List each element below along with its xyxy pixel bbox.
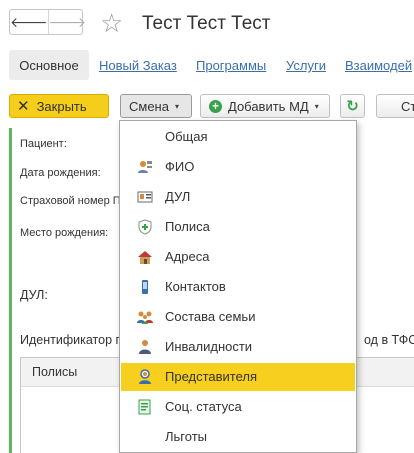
add-md-label: Добавить МД xyxy=(228,98,309,114)
close-icon: ✕ xyxy=(17,98,30,115)
representative-icon xyxy=(139,369,151,384)
tfoms-label: од в ТФС xyxy=(364,333,414,347)
menu-item-addresses[interactable]: Адреса xyxy=(121,243,355,271)
favorite-star-icon[interactable]: ☆ xyxy=(100,8,123,38)
menu-item-label: Соц. статуса xyxy=(165,399,242,414)
birthdate-label: Дата рождения: xyxy=(20,167,101,179)
tab-new-order[interactable]: Новый Заказ xyxy=(99,58,177,73)
chevron-down-icon: ▾ xyxy=(174,101,179,111)
page-title: Тест Тест Тест xyxy=(142,13,271,34)
house-icon xyxy=(138,251,152,264)
menu-item-family[interactable]: Состава семьи xyxy=(121,303,355,331)
menu-item-general[interactable]: Общая xyxy=(121,123,355,151)
menu-item-social-status[interactable]: Соц. статуса xyxy=(121,393,355,421)
id-card-icon xyxy=(137,191,153,203)
nav-arrows: 🡐 🡒 xyxy=(9,9,86,35)
refresh-icon: ↻ xyxy=(346,98,359,115)
menu-item-label: Полиса xyxy=(165,219,210,234)
refresh-button[interactable]: ↻ xyxy=(340,94,365,118)
identifier-label: Идентификатор п xyxy=(20,333,123,347)
cut-off-button[interactable]: Ст xyxy=(376,94,414,118)
shift-button-label: Смена xyxy=(129,98,169,114)
forward-arrow-icon[interactable]: 🡒 xyxy=(47,10,86,34)
tab-programs[interactable]: Программы xyxy=(196,58,266,73)
tab-services[interactable]: Услуги xyxy=(286,58,326,73)
person-card-icon xyxy=(138,161,152,173)
policies-column-header: Полисы xyxy=(32,365,78,379)
menu-item-dul[interactable]: ДУЛ xyxy=(121,183,355,211)
menu-item-label: Представителя xyxy=(165,369,258,384)
menu-item-label: Инвалидности xyxy=(165,339,253,354)
phone-icon xyxy=(142,280,148,294)
birthplace-label: Место рождения: xyxy=(20,227,109,239)
cut-off-button-label: Ст xyxy=(401,98,414,114)
shift-dropdown-button[interactable]: Смена ▾ xyxy=(120,94,192,118)
menu-item-label: ФИО xyxy=(165,159,195,174)
menu-item-benefits[interactable]: Льготы xyxy=(121,423,355,451)
plus-circle-icon: + xyxy=(209,99,222,113)
dul-label: ДУЛ: xyxy=(20,288,48,302)
patient-label: Пациент: xyxy=(20,138,67,150)
menu-item-disability[interactable]: Инвалидности xyxy=(121,333,355,361)
tab-interactions[interactable]: Взаимодей xyxy=(345,58,412,73)
menu-item-fio[interactable]: ФИО xyxy=(121,153,355,181)
menu-item-contacts[interactable]: Контактов xyxy=(121,273,355,301)
shift-dropdown-menu: Общая ФИО ДУЛ Полиса Адреса Контактов Со… xyxy=(119,120,357,453)
menu-item-representative[interactable]: Представителя xyxy=(121,363,355,391)
person-icon xyxy=(139,340,151,354)
family-icon xyxy=(137,311,153,324)
form-accent-line xyxy=(9,128,12,453)
menu-item-label: Адреса xyxy=(165,249,210,264)
document-icon xyxy=(138,399,151,415)
add-md-button[interactable]: + Добавить МД ▾ xyxy=(200,94,330,118)
close-button-label: Закрыть xyxy=(36,98,87,114)
menu-item-label: ДУЛ xyxy=(165,189,191,204)
menu-item-label: Контактов xyxy=(165,279,226,294)
close-button[interactable]: ✕ Закрыть xyxy=(9,94,109,118)
menu-item-policies[interactable]: Полиса xyxy=(121,213,355,241)
shield-icon xyxy=(138,219,152,235)
chevron-down-icon: ▾ xyxy=(314,101,319,111)
insurance-number-label: Страховой номер П xyxy=(20,195,121,207)
menu-item-label: Состава семьи xyxy=(165,309,256,324)
menu-item-label: Общая xyxy=(165,129,208,144)
menu-item-label: Льготы xyxy=(165,429,208,444)
back-arrow-icon[interactable]: 🡐 xyxy=(10,10,48,34)
tab-main[interactable]: Основное xyxy=(9,50,89,80)
